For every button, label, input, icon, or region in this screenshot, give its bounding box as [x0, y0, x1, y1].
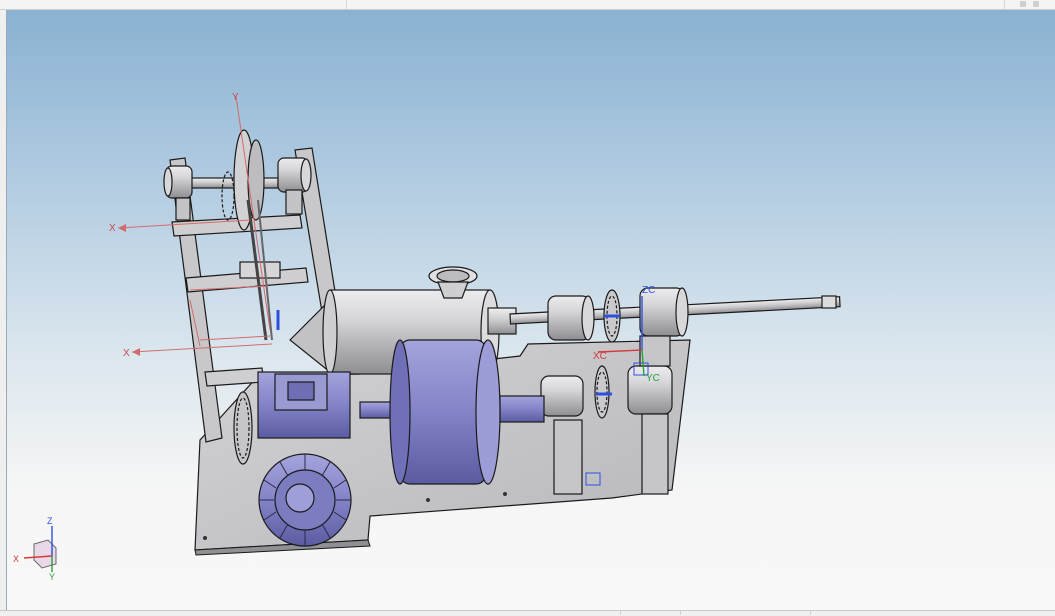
cad-model-scene[interactable]: X X Y ZC XC YC Z X Y	[0, 0, 1055, 615]
datum-x-label-lower: X	[123, 348, 130, 359]
upper-shaft-assembly[interactable]	[163, 129, 312, 231]
xc-label: XC	[593, 351, 607, 362]
csys-triad-icon[interactable]	[23, 526, 57, 572]
datum-x-label-upper: X	[109, 223, 116, 234]
datum-y-label: Y	[232, 92, 239, 103]
yc-label: YC	[646, 373, 660, 384]
triad-x-label: X	[13, 554, 19, 564]
status-segment	[620, 611, 681, 615]
bottom-status-strip	[0, 610, 1055, 616]
zc-label: ZC	[642, 285, 655, 296]
triad-y-label: Y	[49, 572, 55, 582]
status-segment	[0, 611, 621, 615]
status-segment	[680, 611, 811, 615]
triad-z-label: Z	[47, 516, 53, 526]
